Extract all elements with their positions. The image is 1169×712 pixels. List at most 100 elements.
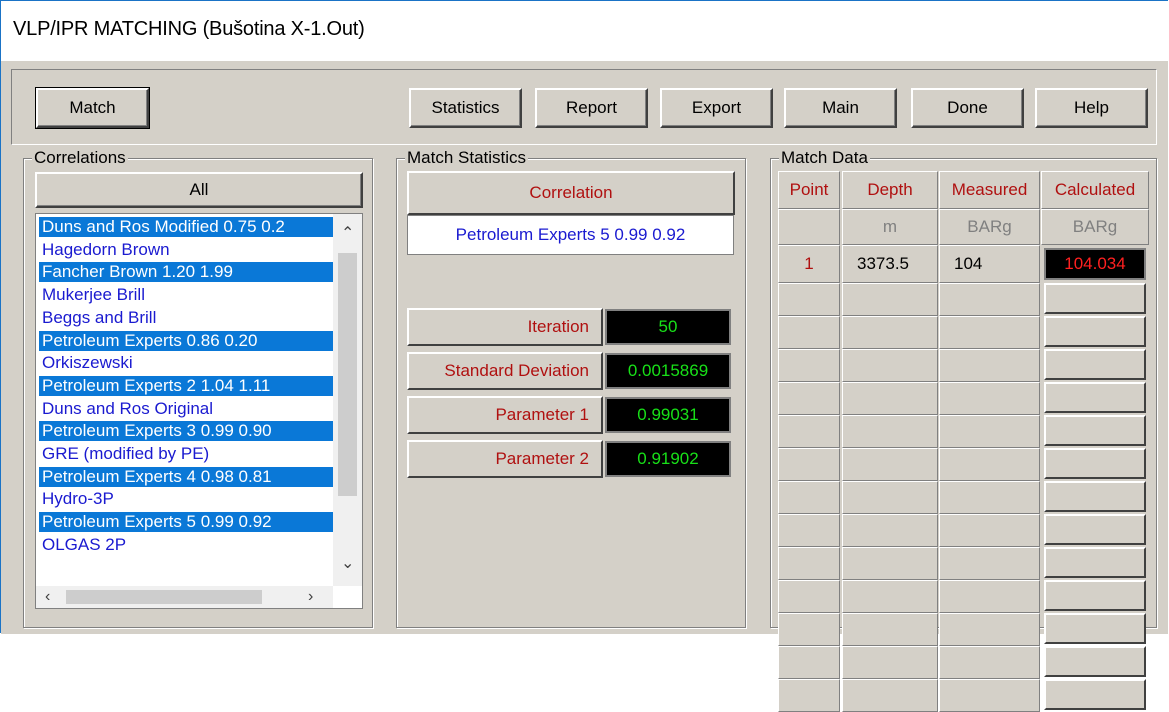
empty-cell[interactable] bbox=[842, 679, 938, 712]
empty-cell[interactable] bbox=[778, 382, 840, 415]
scroll-right-icon[interactable]: › bbox=[308, 589, 313, 605]
empty-cell[interactable] bbox=[778, 316, 840, 349]
empty-cell[interactable] bbox=[842, 448, 938, 481]
empty-cell[interactable] bbox=[842, 646, 938, 679]
empty-cell[interactable] bbox=[778, 646, 840, 679]
empty-cell[interactable] bbox=[842, 613, 938, 646]
parameter-2-value: 0.91902 bbox=[605, 441, 731, 477]
column-unit-point bbox=[778, 209, 840, 245]
empty-cell[interactable] bbox=[842, 415, 938, 448]
empty-cell[interactable] bbox=[1044, 448, 1146, 479]
empty-cell[interactable] bbox=[842, 547, 938, 580]
help-button[interactable]: Help bbox=[1035, 88, 1148, 128]
empty-cell[interactable] bbox=[1044, 316, 1146, 347]
correlation-list-item[interactable]: Beggs and Brill bbox=[39, 307, 333, 328]
empty-cell[interactable] bbox=[1044, 514, 1146, 545]
empty-cell[interactable] bbox=[778, 448, 840, 481]
scroll-left-icon[interactable]: ‹ bbox=[45, 589, 50, 605]
empty-cell[interactable] bbox=[1044, 349, 1146, 380]
correlation-list-item[interactable]: Hagedorn Brown bbox=[39, 239, 333, 260]
empty-cell[interactable] bbox=[778, 349, 840, 382]
empty-cell[interactable] bbox=[939, 382, 1040, 415]
empty-cell[interactable] bbox=[842, 316, 938, 349]
empty-cell[interactable] bbox=[842, 481, 938, 514]
scroll-down-icon[interactable]: ⌄ bbox=[341, 556, 354, 572]
correlation-list-item[interactable]: OLGAS 2P bbox=[39, 534, 333, 555]
empty-cell[interactable] bbox=[939, 349, 1040, 382]
export-button[interactable]: Export bbox=[660, 88, 773, 128]
statistics-button[interactable]: Statistics bbox=[409, 88, 522, 128]
empty-cell[interactable] bbox=[778, 283, 840, 316]
empty-cell[interactable] bbox=[939, 415, 1040, 448]
correlation-list-item[interactable]: Petroleum Experts 5 0.99 0.92 bbox=[39, 512, 333, 533]
empty-cell[interactable] bbox=[939, 514, 1040, 547]
empty-cell[interactable] bbox=[1044, 283, 1146, 314]
empty-cell[interactable] bbox=[1044, 481, 1146, 512]
correlation-list-item[interactable]: Hydro-3P bbox=[39, 489, 333, 510]
empty-cell[interactable] bbox=[778, 580, 840, 613]
column-unit-calculated: BARg bbox=[1041, 209, 1149, 245]
empty-cell[interactable] bbox=[778, 547, 840, 580]
empty-cell[interactable] bbox=[939, 547, 1040, 580]
scroll-up-icon[interactable]: ⌃ bbox=[341, 226, 354, 242]
title-bar[interactable]: VLP/IPR MATCHING (Bušotina X-1.Out) bbox=[1, 1, 1168, 61]
empty-cell[interactable] bbox=[939, 316, 1040, 349]
correlation-list[interactable]: Duns and Ros Modified 0.75 0.2 Hagedorn B… bbox=[35, 213, 363, 609]
correlation-list-item[interactable]: Petroleum Experts 4 0.98 0.81 bbox=[39, 466, 333, 487]
correlation-list-item[interactable]: Petroleum Experts 2 1.04 1.11 bbox=[39, 375, 333, 396]
correlation-list-item[interactable]: Duns and Ros Original bbox=[39, 398, 333, 419]
standard-deviation-value: 0.0015869 bbox=[605, 353, 731, 389]
empty-cell[interactable] bbox=[939, 283, 1040, 316]
done-button[interactable]: Done bbox=[911, 88, 1024, 128]
empty-cell[interactable] bbox=[939, 646, 1040, 679]
correlation-list-item[interactable]: GRE (modified by PE) bbox=[39, 444, 333, 464]
empty-cell[interactable] bbox=[1044, 646, 1146, 677]
empty-cell[interactable] bbox=[939, 481, 1040, 514]
vertical-scroll-thumb[interactable] bbox=[338, 253, 357, 496]
empty-cell[interactable] bbox=[939, 448, 1040, 481]
correlation-list-item[interactable]: Mukerjee Brill bbox=[39, 285, 333, 306]
correlation-list-item[interactable]: Duns and Ros Modified 0.75 0.2 bbox=[39, 217, 333, 237]
empty-cell[interactable] bbox=[842, 514, 938, 547]
empty-cell[interactable] bbox=[778, 481, 840, 514]
empty-cell[interactable] bbox=[778, 679, 840, 712]
empty-cell[interactable] bbox=[1044, 547, 1146, 578]
empty-cell[interactable] bbox=[842, 580, 938, 613]
empty-cell[interactable] bbox=[778, 415, 840, 448]
empty-cell[interactable] bbox=[1044, 580, 1146, 611]
selected-correlation-value: Petroleum Experts 5 0.99 0.92 bbox=[407, 215, 734, 255]
cell-depth[interactable]: 3373.5 bbox=[842, 245, 938, 283]
empty-cell[interactable] bbox=[939, 679, 1040, 712]
standard-deviation-label: Standard Deviation bbox=[407, 352, 603, 390]
all-correlations-button[interactable]: All bbox=[35, 172, 363, 208]
correlation-list-item[interactable]: Petroleum Experts 3 0.99 0.90 bbox=[39, 421, 333, 442]
empty-cell[interactable] bbox=[842, 382, 938, 415]
correlation-header: Correlation bbox=[407, 171, 735, 215]
correlation-list-item[interactable]: Orkiszewski bbox=[39, 353, 333, 374]
empty-cell[interactable] bbox=[842, 283, 938, 316]
match-button[interactable]: Match bbox=[35, 87, 150, 129]
empty-cell[interactable] bbox=[778, 613, 840, 646]
vertical-scrollbar[interactable]: ⌃ ⌄ bbox=[333, 214, 362, 586]
cell-calculated[interactable]: 104.034 bbox=[1044, 248, 1146, 280]
empty-cell[interactable] bbox=[939, 613, 1040, 646]
main-button[interactable]: Main bbox=[784, 88, 897, 128]
parameter-1-label: Parameter 1 bbox=[407, 396, 603, 434]
empty-cell[interactable] bbox=[939, 580, 1040, 613]
empty-cell[interactable] bbox=[1044, 415, 1146, 446]
horizontal-scrollbar[interactable]: ‹ › bbox=[36, 586, 333, 608]
parameter-1-value: 0.99031 bbox=[605, 397, 731, 433]
empty-cell[interactable] bbox=[1044, 679, 1146, 710]
correlation-list-item[interactable]: Petroleum Experts 0.86 0.20 bbox=[39, 330, 333, 351]
empty-cell[interactable] bbox=[1044, 382, 1146, 413]
correlation-list-item[interactable]: Fancher Brown 1.20 1.99 bbox=[39, 262, 333, 283]
horizontal-scroll-thumb[interactable] bbox=[66, 590, 262, 604]
empty-cell[interactable] bbox=[778, 514, 840, 547]
cell-point[interactable]: 1 bbox=[778, 245, 840, 283]
correlations-title: Correlations bbox=[32, 148, 128, 168]
empty-cell[interactable] bbox=[1044, 613, 1146, 644]
cell-measured[interactable]: 104 bbox=[939, 245, 1040, 283]
column-unit-depth: m bbox=[842, 209, 938, 245]
report-button[interactable]: Report bbox=[535, 88, 648, 128]
empty-cell[interactable] bbox=[842, 349, 938, 382]
